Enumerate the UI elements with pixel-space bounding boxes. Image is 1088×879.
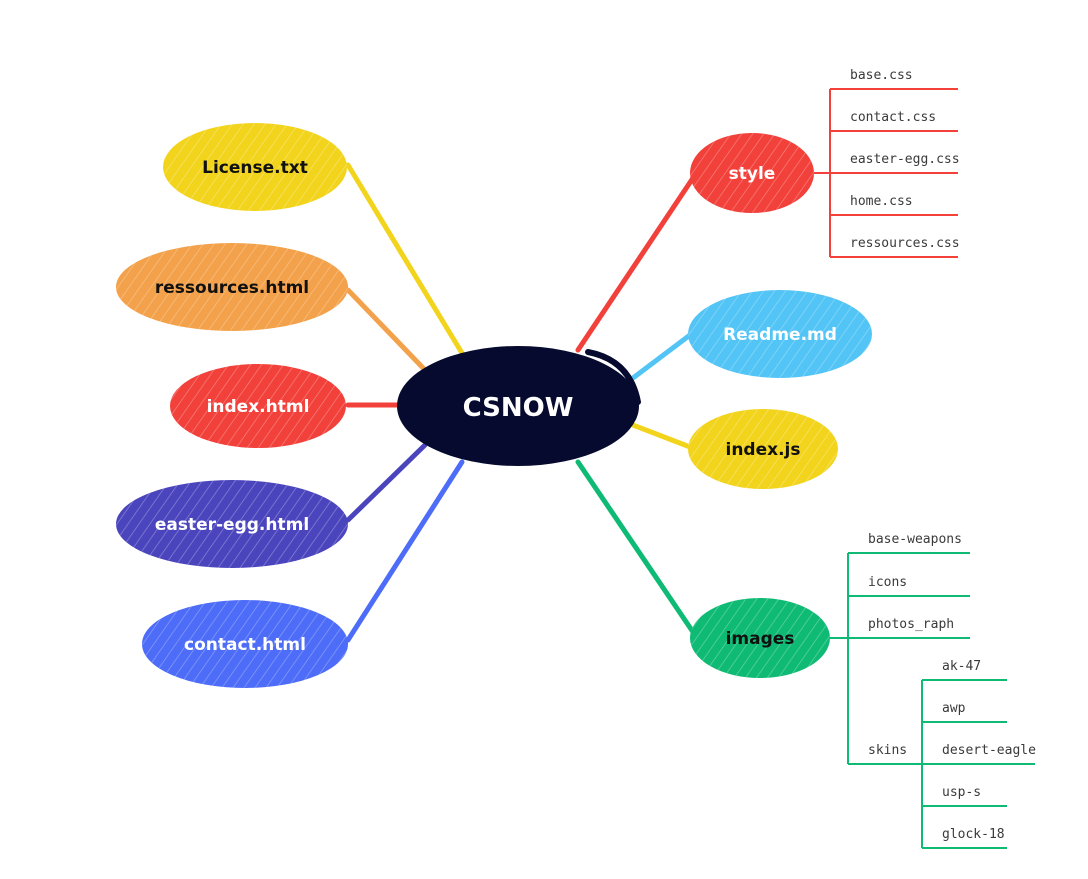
leaf-label: usp-s (942, 785, 981, 800)
node-style[interactable]: style (690, 133, 814, 213)
connector-index-js (630, 422, 693, 450)
node-contact[interactable]: contact.html (142, 600, 348, 688)
leaf-base-weapons[interactable]: base-weapons (848, 532, 970, 554)
node-contact-label: contact.html (184, 635, 306, 655)
leaf-label: contact.css (850, 110, 936, 125)
node-index-js[interactable]: index.js (688, 409, 838, 489)
node-images[interactable]: images (690, 598, 830, 678)
connector-ressources (345, 287, 428, 373)
node-index-html-label: index.html (207, 397, 310, 417)
connector-images (575, 459, 696, 635)
leaf-awp[interactable]: awp (922, 701, 1007, 723)
leaf-label: base-weapons (868, 532, 962, 547)
leaf-photos-raph[interactable]: photos_raph (848, 617, 970, 639)
leaf-ak-47[interactable]: ak-47 (922, 659, 1007, 681)
connector-readme (630, 332, 693, 381)
node-index-html[interactable]: index.html (170, 364, 346, 448)
leaf-icons[interactable]: icons (848, 575, 970, 597)
node-readme-label: Readme.md (723, 325, 837, 345)
node-license-label: License.txt (202, 158, 308, 178)
images-children (830, 553, 923, 848)
connector-contact (345, 459, 465, 643)
leaf-desert-eagle[interactable]: desert-eagle (922, 743, 1036, 765)
connector-easter (345, 442, 428, 523)
leaf-label: skins (868, 743, 907, 758)
node-easter-label: easter-egg.html (155, 515, 309, 535)
leaf-label: ak-47 (942, 659, 981, 674)
node-ressources-label: ressources.html (155, 278, 309, 298)
node-license[interactable]: License.txt (163, 123, 347, 211)
leaf-glock-18[interactable]: glock-18 (922, 827, 1007, 849)
leaf-ressources-css[interactable]: ressources.css (830, 236, 960, 258)
leaf-label: awp (942, 701, 966, 716)
mindmap-diagram: base.css contact.css easter-egg.css home.cs… (116, 68, 1036, 849)
leaf-label: glock-18 (942, 827, 1005, 842)
leaf-usp-s[interactable]: usp-s (922, 785, 1007, 807)
node-index-js-label: index.js (726, 440, 801, 460)
node-readme[interactable]: Readme.md (688, 290, 872, 378)
leaf-easter-egg-css[interactable]: easter-egg.css (830, 152, 960, 174)
root-node[interactable]: CSNOW (397, 346, 641, 466)
connector-license (345, 162, 468, 361)
leaf-contact-css[interactable]: contact.css (830, 110, 958, 132)
leaf-label: desert-eagle (942, 743, 1036, 758)
node-images-label: images (726, 629, 795, 649)
leaf-label: ressources.css (850, 236, 960, 251)
root-node-label: CSNOW (463, 393, 574, 423)
style-children (812, 89, 831, 257)
leaf-base-css[interactable]: base.css (830, 68, 958, 90)
connector-style (575, 172, 698, 353)
leaf-label: easter-egg.css (850, 152, 960, 167)
leaf-label: icons (868, 575, 907, 590)
leaf-label: photos_raph (868, 617, 954, 632)
leaf-skins[interactable]: skins (848, 743, 907, 765)
leaf-label: home.css (850, 194, 913, 209)
leaf-label: base.css (850, 68, 913, 83)
node-ressources[interactable]: ressources.html (116, 243, 348, 331)
leaf-home-css[interactable]: home.css (830, 194, 958, 216)
node-easter[interactable]: easter-egg.html (116, 480, 348, 568)
node-style-label: style (729, 164, 776, 184)
